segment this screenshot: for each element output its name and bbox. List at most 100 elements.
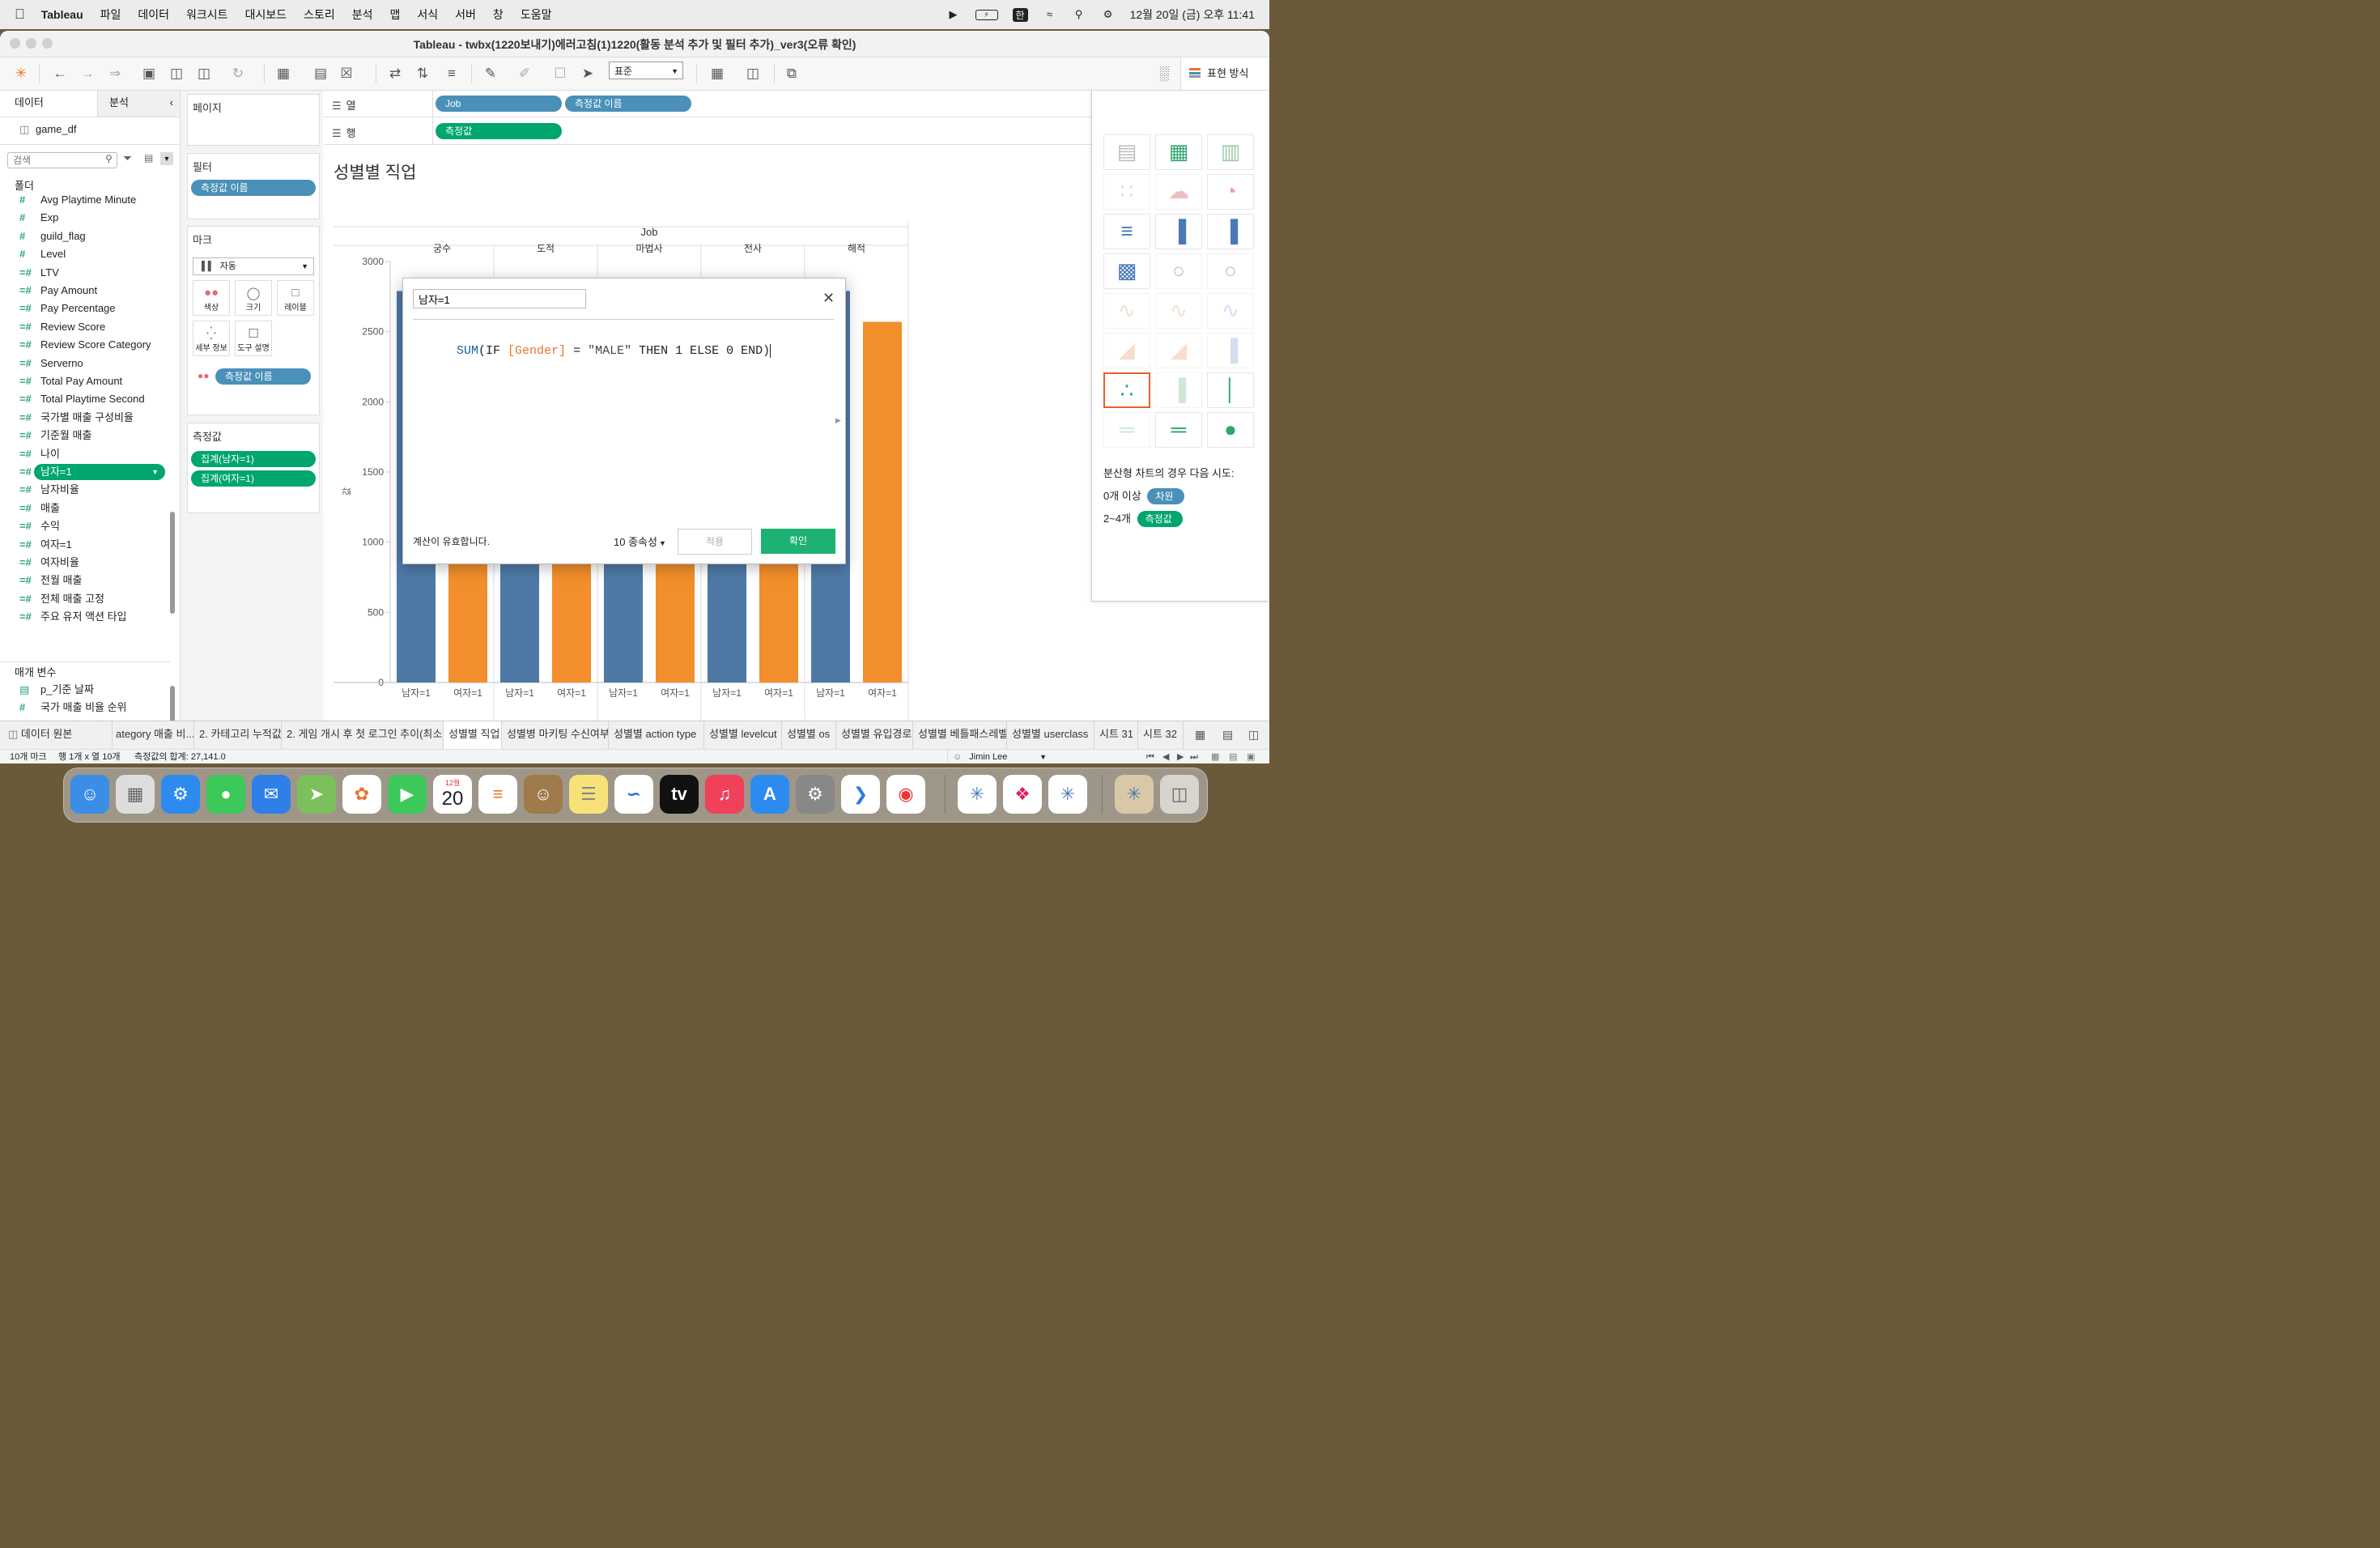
new-datasource-icon[interactable]: ◫ [167, 64, 186, 83]
rows-shelf[interactable]: ☰ 행 측정값 [324, 118, 1091, 145]
menu-data[interactable]: 데이터 [138, 6, 169, 23]
field-item[interactable]: =# Pay Percentage [0, 300, 170, 317]
freeform-icon[interactable]: ∽ [614, 775, 653, 814]
field-item[interactable]: =# 주요 유저 액션 타입 [0, 608, 170, 626]
facetime-icon[interactable]: ▶ [388, 775, 427, 814]
field-item[interactable]: # guild_flag [0, 228, 170, 245]
tableau-app-icon[interactable]: ✳ [958, 775, 997, 814]
circle-view-icon[interactable]: ○ [1155, 253, 1202, 289]
new-worksheet-icon[interactable]: ▦ [1195, 728, 1205, 742]
field-item[interactable]: # Avg Playtime Minute [0, 191, 170, 209]
side-by-side-circles-icon[interactable]: ○ [1207, 253, 1254, 289]
mark-type-select[interactable]: ▌▌ 자동 ▼ [193, 257, 314, 275]
columns-shelf[interactable]: ☰ 열 Job 측정값 이름 [324, 91, 1091, 117]
parameter-item[interactable]: # 국가 매출 비율 순위 [0, 699, 170, 717]
swap-rows-cols-icon[interactable]: ⇄ [385, 64, 405, 83]
field-item[interactable]: =# Review Score Category [0, 336, 170, 354]
save-icon[interactable]: ▣ [139, 64, 159, 83]
new-dashboard-icon[interactable]: ▤ [1222, 728, 1233, 742]
sheet-tab[interactable]: ategory 매출 비... [111, 721, 194, 749]
group-icon[interactable]: ✐ [515, 64, 534, 83]
ok-button[interactable]: 확인 [761, 529, 835, 554]
pages-card[interactable]: 페이지 [187, 94, 320, 146]
field-item[interactable]: =# 여자=1 [0, 536, 170, 554]
apple-tv-icon[interactable]: tv [660, 775, 699, 814]
menu-app-name[interactable]: Tableau [41, 8, 83, 21]
tab-analysis[interactable]: 분석 ‹ [97, 91, 180, 117]
battery-icon[interactable]: ⚡ [975, 9, 998, 20]
highlight-table-icon[interactable]: ▥ [1207, 134, 1254, 170]
close-icon[interactable]: ✕ [822, 290, 835, 307]
recent-file-icon[interactable]: ✳ [1115, 775, 1154, 814]
menu-story[interactable]: 스토리 [304, 6, 335, 23]
tab-data[interactable]: 데이터 [0, 91, 97, 117]
contacts-icon[interactable]: ☺ [524, 775, 563, 814]
color-button[interactable]: ●● 색상 [193, 280, 230, 316]
field-item[interactable]: =# 전체 매출 고정 [0, 590, 170, 608]
menu-worksheet[interactable]: 워크시트 [186, 6, 228, 23]
field-item[interactable]: =# LTV [0, 264, 170, 282]
maps-icon[interactable]: ➤ [297, 775, 336, 814]
clear-sheet-icon[interactable]: ☒ [337, 64, 356, 83]
measure-pill-male[interactable]: 집계(남자=1) [191, 451, 316, 467]
tableau-public-icon[interactable]: ✳ [1048, 775, 1087, 814]
treemap-icon[interactable]: ▩ [1103, 253, 1150, 289]
menu-file[interactable]: 파일 [100, 6, 121, 23]
field-item[interactable]: # Exp [0, 209, 170, 227]
dual-lines-icon[interactable]: ∿ [1207, 293, 1254, 329]
detail-button[interactable]: ⁛ 세부 정보 [193, 321, 230, 356]
trash-icon[interactable]: ◫ [1160, 775, 1199, 814]
nav-next-icon[interactable]: ▶ [1177, 750, 1184, 763]
box-and-whisker-icon[interactable]: │ [1207, 372, 1254, 408]
marks-color-pill[interactable]: 측정값 이름 [215, 368, 311, 385]
sheet-tab[interactable]: 2. 게임 개시 후 첫 로그인 추이(최소) [282, 721, 444, 749]
sheet-tab[interactable]: 성별별 action type [609, 721, 704, 749]
safari-icon[interactable]: ⚙ [161, 775, 200, 814]
sheet-tab[interactable]: 성별별 os [782, 721, 836, 749]
field-item[interactable]: =# Total Pay Amount [0, 372, 170, 390]
expand-arrow-icon[interactable]: ▶ [835, 416, 841, 425]
share-icon[interactable]: ⧉ [782, 64, 801, 83]
collapse-icon[interactable]: ‹ [170, 91, 173, 115]
search-icon[interactable]: ⚲ [1072, 9, 1086, 20]
field-item[interactable]: =# 기준월 매출 [0, 427, 170, 444]
formula-editor[interactable]: SUM(IF [Gender] = "MALE" THEN 1 ELSE 0 E… [413, 330, 834, 517]
launchpad-icon[interactable]: ▦ [116, 775, 155, 814]
field-item[interactable]: =# 남자=1 ▼ [0, 463, 170, 481]
wifi-icon[interactable]: ≈ [1043, 9, 1057, 20]
view-options-icon[interactable]: ▤ [144, 152, 153, 164]
play-icon[interactable]: ▶ [946, 9, 961, 20]
text-table-icon[interactable]: ▤ [1103, 134, 1150, 170]
sort-descending-icon[interactable]: ≡ [442, 64, 461, 83]
nav-prev-icon[interactable]: ◀ [1162, 750, 1169, 763]
menu-window[interactable]: 창 [493, 6, 504, 23]
finder-icon[interactable]: ☺ [70, 775, 109, 814]
sheet-tab[interactable]: 성별별 직업 [444, 721, 502, 749]
lines-discrete-icon[interactable]: ∿ [1155, 293, 1202, 329]
menu-format[interactable]: 서식 [417, 6, 438, 23]
app-store-icon[interactable]: A [750, 775, 789, 814]
filmstrip-view-icon[interactable]: ▤ [1229, 750, 1237, 763]
packed-bubbles-icon[interactable]: ● [1207, 412, 1254, 448]
duplicate-sheet-icon[interactable]: ▤ [311, 64, 330, 83]
apply-button[interactable]: 적용 [678, 529, 752, 555]
field-item[interactable]: =# 여자비율 [0, 554, 170, 572]
field-item[interactable]: =# Pay Amount [0, 282, 170, 300]
menu-analysis[interactable]: 분석 [352, 6, 373, 23]
field-item[interactable]: =# 매출 [0, 500, 170, 517]
calendar-icon[interactable]: 12월 20 [433, 775, 472, 814]
field-item[interactable]: =# 수익 [0, 517, 170, 535]
user-menu[interactable]: ☺ Jimin Lee ▼ [947, 750, 1053, 763]
sheet-tab[interactable]: 시트 32 [1138, 721, 1184, 749]
menu-dashboard[interactable]: 대시보드 [245, 6, 287, 23]
sheet-tab[interactable]: 성별별 베틀패스레벨 [913, 721, 1007, 749]
pie-chart-icon[interactable]: ◔ [1207, 174, 1254, 210]
grid-view-icon[interactable]: ▦ [1211, 750, 1219, 763]
redo-icon[interactable]: → [78, 64, 97, 83]
side-by-side-bars-icon[interactable]: ▐ [1207, 214, 1254, 249]
control-center-icon[interactable]: ⚙ [1101, 9, 1116, 20]
datasource-pause-icon[interactable]: ◫ [194, 64, 214, 83]
selected-field-pill[interactable]: 남자=1 ▼ [34, 464, 165, 480]
filled-map-icon[interactable]: ☁ [1155, 174, 1202, 210]
notes-icon[interactable]: ☰ [569, 775, 608, 814]
